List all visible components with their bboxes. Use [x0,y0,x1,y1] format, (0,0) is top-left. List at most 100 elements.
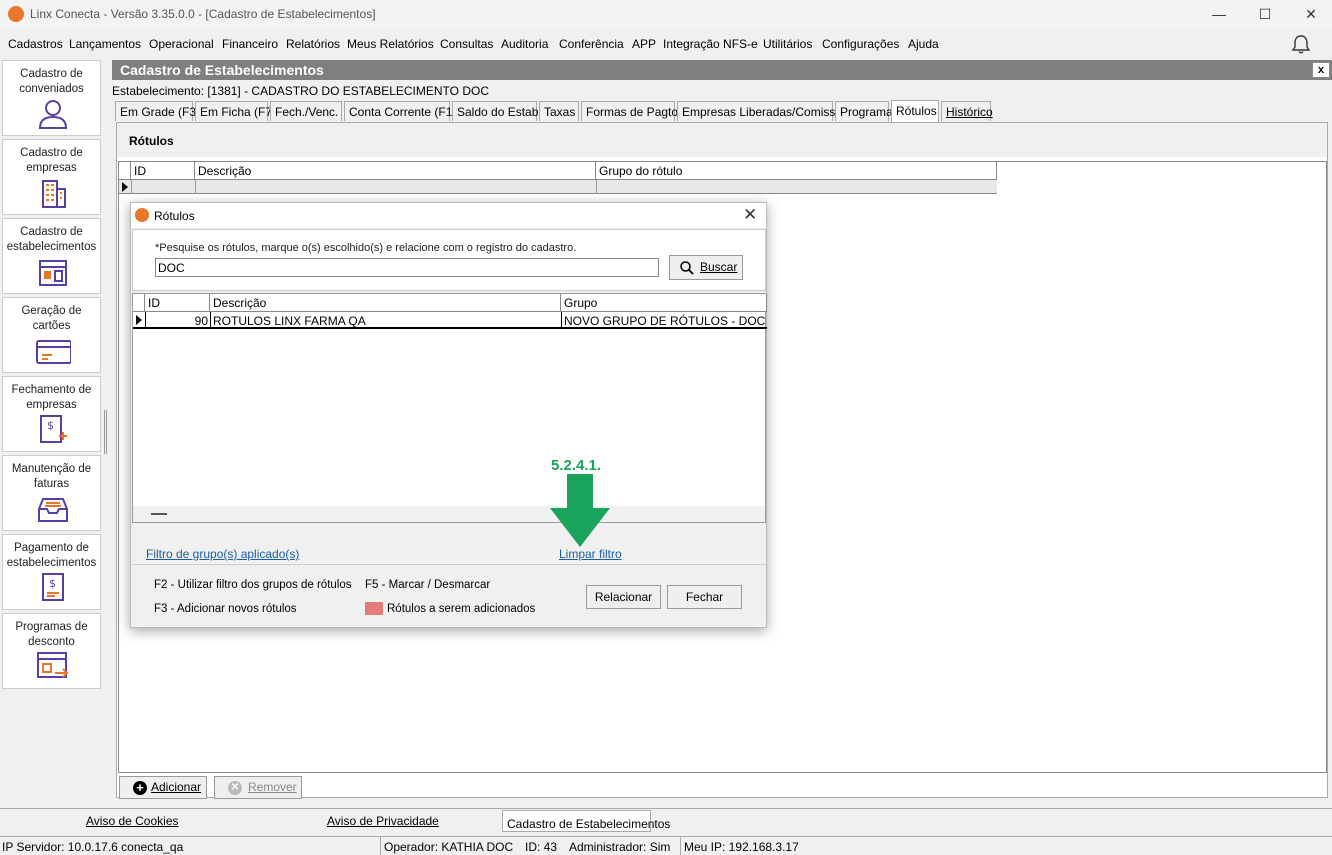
column-header-id[interactable]: ID [131,162,195,180]
sidebar-item-fechamento[interactable]: Fechamento de empresas $ [2,376,101,452]
sidebar-item-label: Cadastro de estabelecimentos [6,226,97,253]
sidebar-item-label: Programas de desconto [15,621,88,648]
menu-utilitarios[interactable]: Utilitários [763,37,812,51]
cell-descricao: ROTULOS LINX FARMA QA [213,314,366,328]
dialog-title-bar: Rótulos ✕ [131,203,766,228]
tab-em-ficha[interactable]: Em Ficha (F7) [195,101,276,121]
user-icon [38,100,68,129]
help-f2: F2 - Utilizar filtro dos grupos de rótul… [154,579,352,591]
admin-status: Administrador: Sim [569,840,671,854]
open-window-tab[interactable]: Cadastro de Estabelecimentos [502,810,670,832]
table-row[interactable] [119,180,997,194]
column-header-grupo[interactable]: Grupo do rótulo [596,162,997,180]
payment-icon: $ [42,573,64,601]
privacy-link[interactable]: Aviso de Privacidade [327,814,439,828]
dialog-title: Rótulos [154,209,195,223]
establishment-label: Estabelecimento: [1381] - CADASTRO DO ES… [112,84,490,98]
sidebar-item-label: Fechamento de empresas [11,384,92,411]
menu-meus-relatorios[interactable]: Meus Relatórios [347,37,434,51]
status-bar: IP Servidor: 10.0.17.6 conecta_qa Operad… [0,836,1332,855]
close-dialog-button[interactable]: Fechar [667,585,742,609]
cell-id: 90 [194,314,208,328]
maximize-button[interactable]: ☐ [1242,0,1288,28]
tab-programa[interactable]: Programa [835,101,893,121]
close-form-button[interactable]: x [1312,62,1330,78]
tab-historico[interactable]: Histórico [941,101,993,121]
add-button-label: Adicionar [151,780,202,794]
tab-taxas[interactable]: Taxas [539,101,579,121]
status-area: Aviso de Cookies Aviso de Privacidade Ca… [0,808,1332,855]
sidebar-item-pagamento[interactable]: Pagamento de estabelecimentos $ [2,534,101,610]
search-button-label: Buscar [700,260,738,274]
column-header-grupo[interactable]: Grupo [561,294,767,312]
rotulos-dialog: Rótulos ✕ *Pesquise os rótulos, marque o… [130,202,767,628]
card-icon [36,340,71,364]
sidebar: Cadastro de conveniados Cadastro de empr… [0,58,106,808]
menu-lancamentos[interactable]: Lançamentos [69,37,141,51]
column-header-descricao[interactable]: Descrição [210,294,561,312]
app-logo-icon [135,208,149,222]
menu-consultas[interactable]: Consultas [440,37,493,51]
close-window-button[interactable]: ✕ [1288,0,1332,28]
relate-button[interactable]: Relacionar [586,585,661,609]
sidebar-item-label: Cadastro de conveniados [19,68,84,95]
help-f5: F5 - Marcar / Desmarcar [365,579,491,591]
tab-fech-venc[interactable]: Fech./Venc. [270,101,342,121]
minimize-button[interactable]: — [1196,0,1242,28]
search-area: *Pesquise os rótulos, marque o(s) escolh… [132,229,766,291]
column-header-descricao[interactable]: Descrição [195,162,596,180]
form-title: Cadastro de Estabelecimentos [120,62,324,78]
row-pointer-icon [136,315,142,325]
tab-em-grade[interactable]: Em Grade (F3) [115,101,200,121]
tab-conta-corrente[interactable]: Conta Corrente (F12) [344,101,463,121]
sidebar-item-conveniados[interactable]: Cadastro de conveniados [2,60,101,136]
menu-operacional[interactable]: Operacional [149,37,214,51]
sidebar-item-faturas[interactable]: Manutenção de faturas [2,455,101,531]
tab-rotulos[interactable]: Rótulos [891,100,939,122]
column-header-id[interactable]: ID [145,294,210,312]
menu-financeiro[interactable]: Financeiro [222,37,278,51]
title-bar: Linx Conecta - Versão 3.35.0.0 - [Cadast… [0,0,1332,28]
minus-icon[interactable] [151,513,167,515]
search-button[interactable]: Buscar [669,255,743,280]
grid-footer [133,506,765,522]
id-status: ID: 43 [525,840,558,854]
discount-icon [37,652,69,678]
menu-ajuda[interactable]: Ajuda [908,37,939,51]
dialog-grid[interactable]: ID Descrição Grupo 90 ROTULOS LINX FARMA… [132,293,767,523]
menu-integracao-nfse[interactable]: Integração NFS-e [663,37,758,51]
tab-formas-pagto[interactable]: Formas de Pagto. [581,101,681,121]
help-separator: - [348,579,352,591]
search-input[interactable] [155,258,659,277]
sidebar-item-cartoes[interactable]: Geração de cartões [2,297,101,373]
building-icon [42,180,66,208]
cookies-link[interactable]: Aviso de Cookies [86,814,179,828]
menu-relatorios[interactable]: Relatórios [286,37,340,51]
tab-saldo[interactable]: Saldo do Estab. [452,101,542,121]
menu-configuracoes[interactable]: Configurações [822,37,899,51]
tab-empresas-liberadas[interactable]: Empresas Liberadas/Comissão [677,101,849,121]
dialog-close-icon[interactable]: ✕ [743,205,757,225]
clear-filter-link[interactable]: Limpar filtro [559,547,622,561]
filter-applied-link[interactable]: Filtro de grupo(s) aplicado(s) [146,547,299,561]
remove-button[interactable]: ✕ Remover [214,776,302,799]
menu-app[interactable]: APP [632,37,656,51]
table-row[interactable]: 90 ROTULOS LINX FARMA QA NOVO GRUPO DE R… [133,312,767,329]
inbox-icon [38,498,68,522]
annotation-label: 5.2.4.1. [551,457,602,474]
add-button[interactable]: + Adicionar [119,776,207,799]
invoice-add-icon: $ [40,415,67,443]
sidebar-item-empresas[interactable]: Cadastro de empresas [2,139,101,215]
operator-status: Operador: KATHIA DOC [384,840,514,854]
menu-auditoria[interactable]: Auditoria [501,37,548,51]
sidebar-item-estabelecimentos[interactable]: Cadastro de estabelecimentos [2,218,101,294]
menu-conferencia[interactable]: Conferência [559,37,624,51]
bell-icon[interactable] [1290,33,1312,55]
section-title: Rótulos [129,134,174,148]
sidebar-item-programas[interactable]: Programas de desconto [2,613,101,689]
sidebar-item-label: Cadastro de empresas [20,147,83,174]
menu-cadastros[interactable]: Cadastros [8,37,63,51]
sidebar-splitter[interactable] [104,410,107,454]
legend-label: Rótulos a serem adicionados [387,603,536,615]
sidebar-item-label: Geração de cartões [21,305,82,332]
